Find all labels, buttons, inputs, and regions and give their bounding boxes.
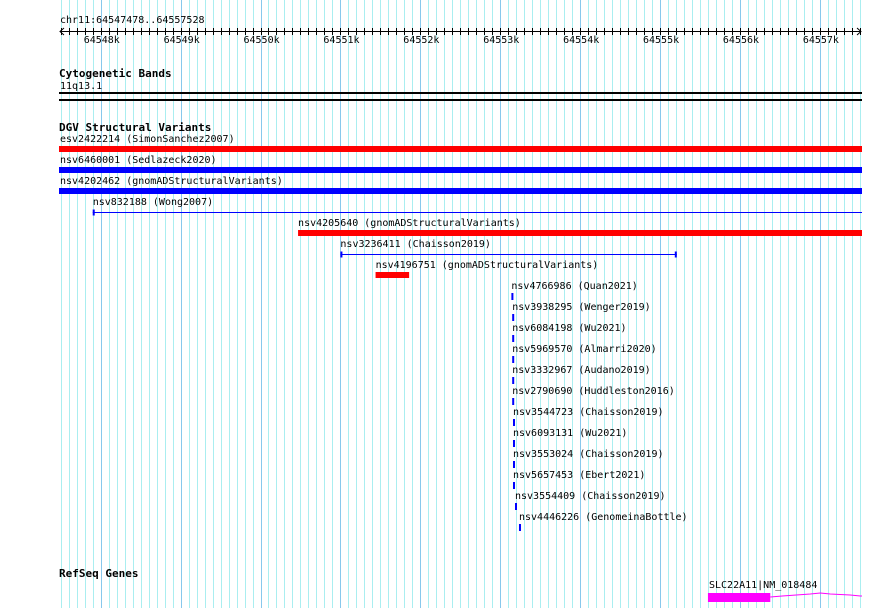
gene-intron[interactable] [770,592,862,598]
variant-feature[interactable] [59,188,862,194]
variant-feature[interactable] [512,335,515,342]
genome-browser: chr11:64547478..64557528 64548k 64549k 645… [0,0,890,608]
variant-end-cap [340,251,343,258]
variant-feature[interactable] [512,398,515,405]
variant-feature[interactable] [512,356,515,363]
variant-feature[interactable] [512,419,515,426]
variant-end-cap [92,209,95,216]
variant-end-cap [674,251,677,258]
gene-exon[interactable] [707,593,771,602]
variant-feature[interactable] [298,230,863,236]
variant-feature[interactable] [512,482,515,489]
variant-feature[interactable] [512,377,515,384]
variant-feature[interactable] [518,524,521,531]
variant-feature[interactable] [59,146,862,152]
variant-feature[interactable] [59,167,862,173]
variant-feature[interactable] [511,293,514,300]
variant-feature[interactable] [514,503,517,510]
feature-glyphs [59,27,863,602]
variant-feature[interactable] [512,440,515,447]
variant-feature[interactable] [512,314,515,321]
variant-feature[interactable] [512,461,515,468]
variant-feature[interactable] [375,272,410,278]
